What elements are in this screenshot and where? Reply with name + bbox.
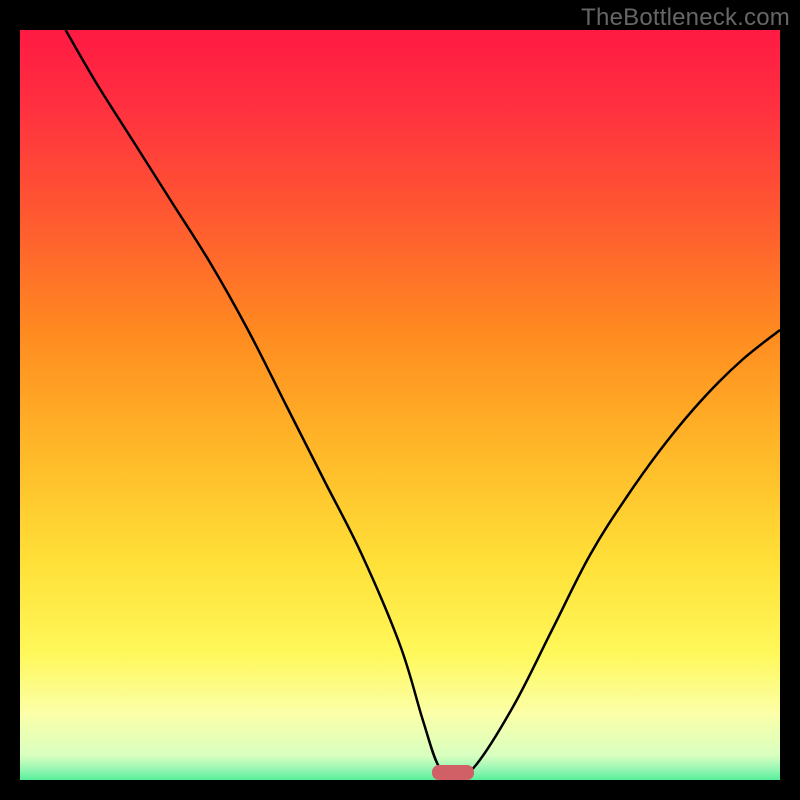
bottleneck-curve <box>20 30 780 780</box>
plot-area <box>20 30 780 780</box>
chart-frame: TheBottleneck.com <box>0 0 800 800</box>
min-marker <box>432 765 474 780</box>
watermark-label: TheBottleneck.com <box>581 4 790 32</box>
